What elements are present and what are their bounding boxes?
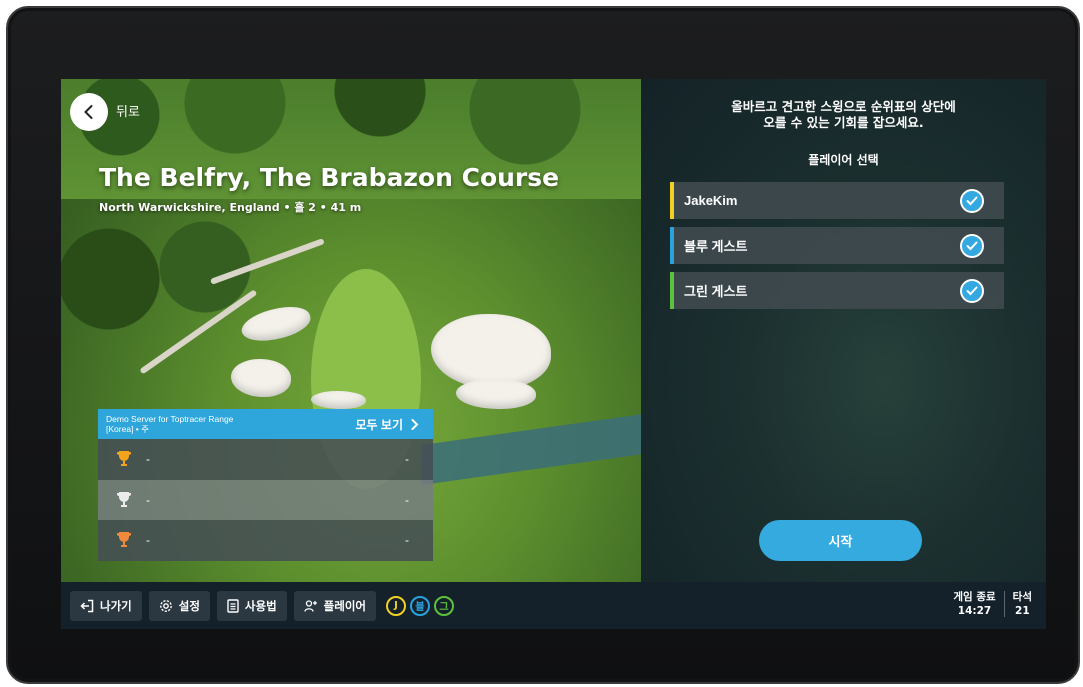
player-checkbox[interactable] <box>960 188 984 213</box>
divider <box>1003 591 1005 617</box>
player-chip-green[interactable]: 그 <box>434 595 454 616</box>
leaderboard-score: - <box>405 492 409 507</box>
exit-button[interactable]: 나가기 <box>70 590 142 621</box>
game-end: 게임 종료 14:27 <box>953 591 996 617</box>
gear-icon <box>159 599 172 612</box>
sand-bunker <box>456 379 536 409</box>
player-checkbox[interactable] <box>960 278 984 303</box>
player-color-bar <box>670 227 674 264</box>
bronze-trophy-icon <box>117 532 131 548</box>
bottom-bar: 나가기 설정 사용법 플레이어 J 블 그 게임 종료 14:27 타석 21 <box>61 582 1046 629</box>
sand-bunker <box>311 391 366 409</box>
view-all-button[interactable]: 모두 보기 <box>356 416 420 433</box>
leaderboard-name: - <box>146 452 150 467</box>
course-image: 뒤로 The Belfry, The Brabazon Course North… <box>61 79 641 582</box>
session-stats: 게임 종료 14:27 타석 21 <box>953 590 1032 618</box>
sand-bunker <box>231 359 291 397</box>
leaderboard: Demo Server for Toptracer Range [Korea] … <box>98 409 433 561</box>
player-color-bar <box>670 182 674 219</box>
leaderboard-name: - <box>146 492 150 507</box>
howto-button[interactable]: 사용법 <box>216 590 287 621</box>
water-hazard <box>421 412 641 486</box>
leaderboard-row: - - <box>98 479 433 520</box>
player-row-green-guest[interactable]: 그린 게스트 <box>670 272 1004 309</box>
leaderboard-score: - <box>405 533 409 548</box>
checkmark-icon <box>966 241 978 250</box>
gold-trophy-icon <box>117 451 131 467</box>
leaderboard-header: Demo Server for Toptracer Range [Korea] … <box>98 409 433 439</box>
player-row-blue-guest[interactable]: 블루 게스트 <box>670 227 1004 264</box>
tagline: 올바르고 견고한 스윙으로 순위표의 상단에 오를 수 있는 기회를 잡으세요. <box>731 99 956 130</box>
back-label[interactable]: 뒤로 <box>116 101 140 120</box>
player-chip-blue[interactable]: 블 <box>410 595 430 616</box>
player-name: 블루 게스트 <box>684 239 748 254</box>
start-button[interactable]: 시작 <box>759 520 922 561</box>
player-checkbox[interactable] <box>960 233 984 258</box>
checkmark-icon <box>966 286 978 295</box>
course-subtitle: North Warwickshire, England • 홀 2 • 41 m <box>99 201 362 214</box>
chevron-left-icon <box>84 105 93 119</box>
players-button[interactable]: 플레이어 <box>293 590 376 621</box>
player-name: 그린 게스트 <box>684 284 748 299</box>
player-name: JakeKim <box>684 193 738 208</box>
silver-trophy-icon <box>117 491 131 507</box>
leaderboard-name: - <box>146 533 150 548</box>
document-icon <box>227 598 239 613</box>
player-row-jakekim[interactable]: JakeKim <box>670 182 1004 219</box>
leaderboard-row: - - <box>98 439 433 480</box>
settings-button[interactable]: 설정 <box>148 590 210 621</box>
exit-icon <box>80 599 94 612</box>
leaderboard-server: Demo Server for Toptracer Range [Korea] … <box>106 414 234 434</box>
player-chip-j[interactable]: J <box>386 595 406 616</box>
screen: 뒤로 The Belfry, The Brabazon Course North… <box>61 79 1046 629</box>
leaderboard-row: - - <box>98 520 433 561</box>
back-button[interactable] <box>70 93 108 131</box>
course-title: The Belfry, The Brabazon Course <box>99 163 560 192</box>
player-select-title: 플레이어 선택 <box>808 153 879 167</box>
add-user-icon <box>304 599 317 612</box>
leaderboard-score: - <box>405 452 409 467</box>
player-select-panel: 올바르고 견고한 스윙으로 순위표의 상단에 오를 수 있는 기회를 잡으세요.… <box>641 79 1046 582</box>
player-color-bar <box>670 272 674 309</box>
device-frame: 뒤로 The Belfry, The Brabazon Course North… <box>6 6 1080 684</box>
chevron-right-icon <box>411 418 419 430</box>
sand-bunker <box>431 314 551 389</box>
checkmark-icon <box>966 196 978 205</box>
bay-number: 타석 21 <box>1012 591 1032 617</box>
